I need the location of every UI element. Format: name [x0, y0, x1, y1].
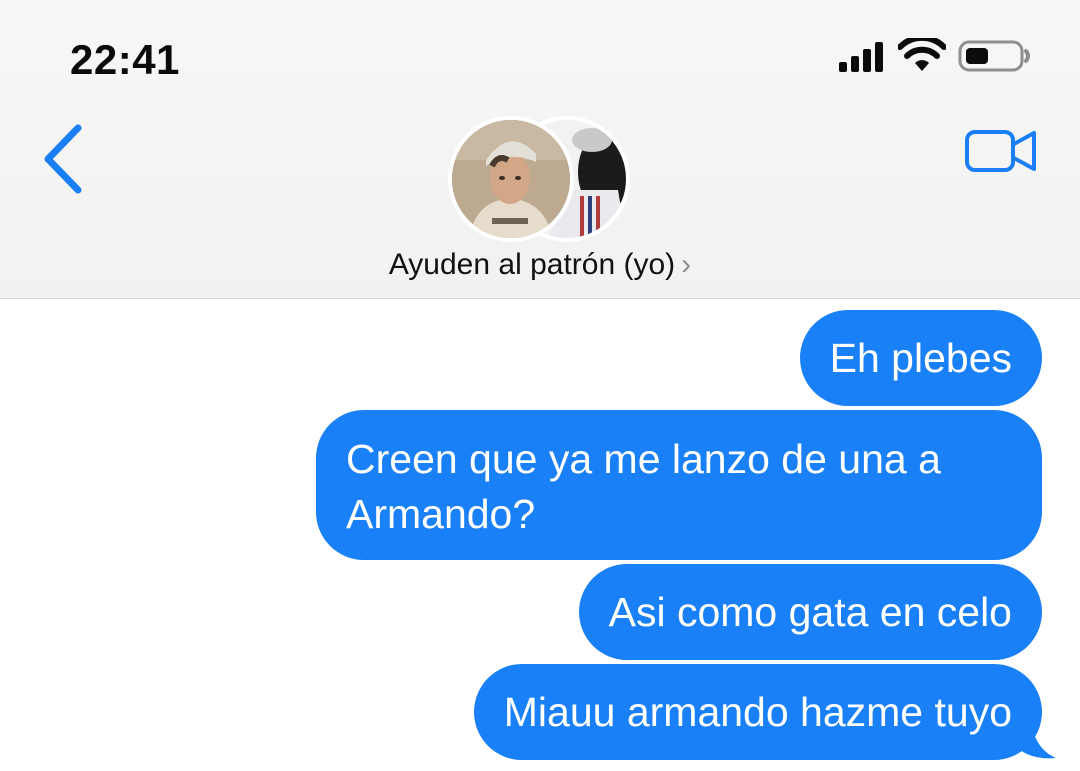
group-avatar[interactable]	[446, 112, 636, 242]
cellular-signal-icon	[839, 42, 883, 72]
video-call-button[interactable]	[964, 126, 1038, 176]
back-button[interactable]	[38, 122, 88, 196]
battery-icon	[958, 40, 1030, 72]
message-bubble-outgoing[interactable]: Eh plebes	[799, 310, 1042, 406]
conversation-header: 22:41 Ayuden al patrón (yo) ›	[0, 0, 1080, 299]
group-name: Ayuden al patrón (yo)	[388, 248, 676, 281]
message-bubble-outgoing[interactable]: Asi como gata en celo	[578, 564, 1042, 660]
member-photo-icon	[452, 120, 570, 238]
wifi-icon	[898, 38, 946, 71]
group-name-button[interactable]: Ayuden al patrón (yo) ›	[0, 248, 1080, 282]
message-bubble-outgoing[interactable]: Creen que ya me lanzo de una a Armando?	[316, 410, 1042, 560]
status-time: 22:41	[70, 36, 180, 83]
message-list[interactable]: Eh plebes Creen que ya me lanzo de una a…	[0, 300, 1080, 771]
member-avatar-primary	[448, 116, 574, 242]
bubble-tail-icon	[1016, 712, 1056, 759]
message-bubble-outgoing[interactable]: Miauu armando hazme tuyo	[473, 664, 1042, 760]
chevron-right-icon: ›	[681, 248, 692, 281]
